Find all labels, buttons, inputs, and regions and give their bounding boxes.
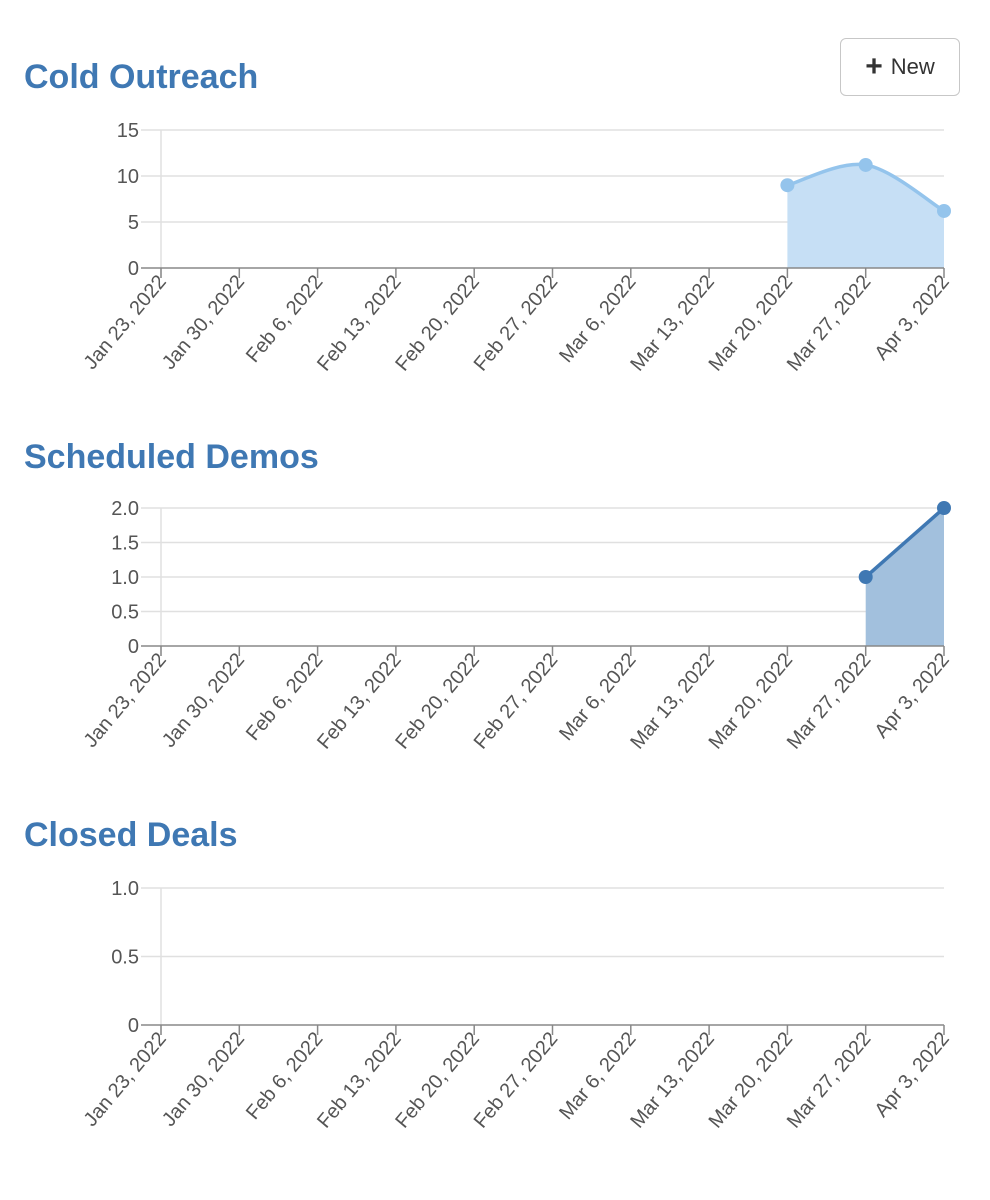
x-tick-label: Jan 23, 2022 bbox=[80, 1028, 171, 1131]
x-tick-label: Feb 6, 2022 bbox=[242, 1028, 327, 1124]
y-tick-label: 1.0 bbox=[111, 878, 139, 900]
y-tick-label: 0 bbox=[128, 1015, 139, 1037]
x-tick-label: Mar 27, 2022 bbox=[783, 1028, 876, 1132]
y-tick-label: 0.5 bbox=[111, 947, 139, 969]
closed-deals-chart: 0 0.5 1.0 Jan 23, 2022Jan 30, 2022Feb 6, 20… bbox=[80, 878, 954, 1133]
x-tick-label: Mar 6, 2022 bbox=[555, 1028, 640, 1124]
x-tick-label: Feb 27, 2022 bbox=[470, 1028, 563, 1132]
x-tick-label: Jan 30, 2022 bbox=[158, 1028, 249, 1131]
x-tick-label: Apr 3, 2022 bbox=[870, 1028, 953, 1121]
closed-deals-section: Closed Deals 0 0.5 1.0 Jan 23, 2022 Jan 30, … bbox=[0, 0, 990, 1200]
